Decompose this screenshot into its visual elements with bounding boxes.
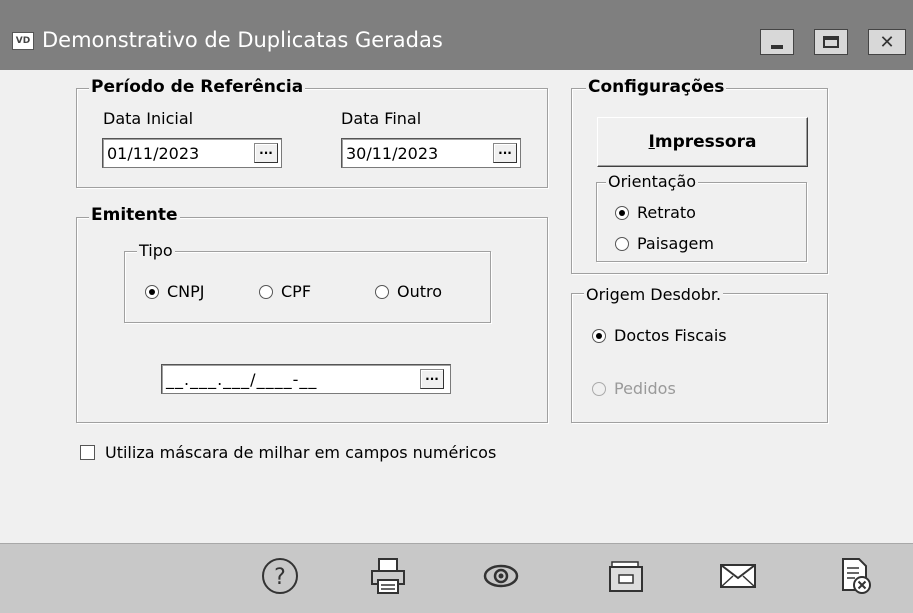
origem-legend: Origem Desdobr. — [584, 285, 724, 304]
emitente-document-mask: __.___.___/____-__ — [166, 370, 318, 389]
mascara-milhar-checkbox[interactable]: Utiliza máscara de milhar em campos numé… — [80, 443, 496, 462]
preview-icon — [483, 564, 519, 588]
title-bar: VD Demonstrativo de Duplicatas Geradas ✕ — [0, 0, 913, 70]
radio-paisagem-circle — [615, 236, 629, 251]
radio-cnpj[interactable]: CNPJ — [145, 282, 205, 301]
data-final-lookup-button[interactable]: ··· — [493, 143, 517, 163]
configuracoes-legend: Configurações — [586, 77, 727, 97]
close-button[interactable]: ✕ — [868, 29, 906, 55]
app-icon: VD — [12, 32, 34, 50]
radio-pedidos-label: Pedidos — [614, 379, 676, 398]
svg-text:?: ? — [274, 565, 286, 590]
radio-retrato-circle — [615, 205, 629, 220]
folder-icon — [609, 561, 643, 592]
radio-outro-circle — [375, 284, 389, 299]
window-title: Demonstrativo de Duplicatas Geradas — [42, 28, 443, 52]
radio-cpf-circle — [259, 284, 273, 299]
data-inicial-label: Data Inicial — [103, 109, 194, 128]
help-button[interactable]: ? — [258, 554, 302, 598]
minimize-button[interactable] — [760, 29, 794, 55]
radio-retrato[interactable]: Retrato — [615, 203, 696, 222]
maximize-button[interactable] — [814, 29, 848, 55]
emitente-document-field[interactable]: __.___.___/____-__ ··· — [161, 364, 451, 394]
close-document-button[interactable] — [833, 554, 877, 598]
origem-group — [571, 293, 828, 423]
preview-button[interactable] — [479, 554, 523, 598]
email-button[interactable] — [716, 554, 760, 598]
radio-doctos-fiscais[interactable]: Doctos Fiscais — [592, 326, 727, 345]
radio-doctos-fiscais-label: Doctos Fiscais — [614, 326, 727, 345]
email-icon — [720, 564, 756, 588]
periodo-legend: Período de Referência — [89, 77, 306, 97]
help-icon: ? — [262, 558, 298, 594]
print-button[interactable] — [366, 554, 410, 598]
data-inicial-field[interactable]: 01/11/2023 ··· — [102, 138, 282, 168]
radio-outro[interactable]: Outro — [375, 282, 442, 301]
radio-doctos-fiscais-circle — [592, 328, 606, 343]
radio-paisagem-label: Paisagem — [637, 234, 714, 253]
radio-cnpj-circle — [145, 284, 159, 299]
radio-cpf-label: CPF — [281, 282, 312, 301]
orientacao-legend: Orientação — [606, 172, 699, 191]
emitente-legend: Emitente — [89, 205, 180, 225]
data-final-label: Data Final — [341, 109, 422, 128]
print-icon — [371, 558, 405, 594]
data-inicial-value: 01/11/2023 — [107, 144, 200, 163]
radio-outro-label: Outro — [397, 282, 443, 301]
radio-cnpj-label: CNPJ — [167, 282, 205, 301]
minimize-icon — [771, 45, 783, 49]
radio-pedidos[interactable]: Pedidos — [592, 379, 676, 398]
data-final-value: 30/11/2023 — [346, 144, 439, 163]
impressora-button[interactable]: Impressora — [597, 117, 808, 167]
mascara-milhar-box — [80, 445, 95, 460]
close-icon: ✕ — [879, 31, 895, 53]
radio-paisagem[interactable]: Paisagem — [615, 234, 714, 253]
data-final-field[interactable]: 30/11/2023 ··· — [341, 138, 521, 168]
close-document-icon — [842, 558, 871, 594]
radio-cpf[interactable]: CPF — [259, 282, 311, 301]
maximize-icon — [823, 36, 839, 48]
impressora-button-label: mpressora — [654, 132, 757, 152]
mascara-milhar-label: Utiliza máscara de milhar em campos numé… — [105, 443, 497, 462]
radio-pedidos-circle — [592, 381, 606, 396]
emitente-lookup-button[interactable]: ··· — [420, 369, 444, 389]
radio-retrato-label: Retrato — [637, 203, 696, 222]
tipo-legend: Tipo — [137, 241, 175, 260]
folder-button[interactable] — [604, 554, 648, 598]
bottom-toolbar: ? — [0, 543, 913, 613]
data-inicial-lookup-button[interactable]: ··· — [254, 143, 278, 163]
